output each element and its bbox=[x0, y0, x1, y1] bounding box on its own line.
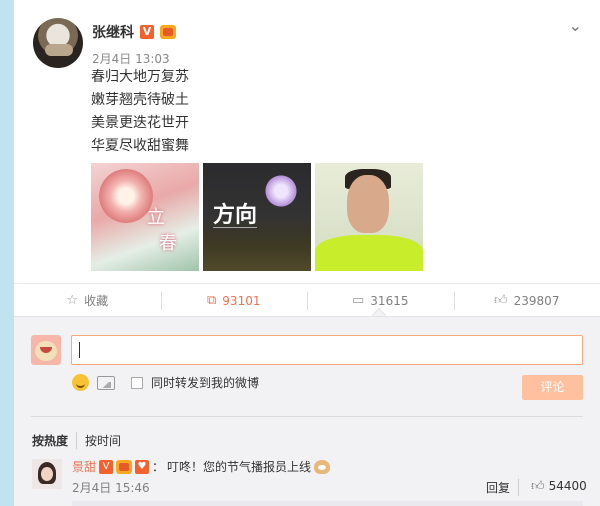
comment-input[interactable] bbox=[71, 335, 583, 365]
comment-area: 同时转发到我的微博 评论 按热度 按时间 景甜 V ♥ ： 叮咚！您的节气播报员… bbox=[14, 316, 600, 506]
comment-like-count: 54400 bbox=[548, 479, 587, 493]
text-caret bbox=[79, 342, 80, 358]
sort-by-time-tab[interactable]: 按时间 bbox=[77, 432, 121, 449]
commenter-avatar[interactable] bbox=[32, 459, 62, 489]
thumbs-up-icon: 👍︎ bbox=[531, 479, 545, 494]
also-repost-label[interactable]: 同时转发到我的微博 bbox=[151, 374, 259, 391]
dog-emoji-icon bbox=[314, 459, 331, 474]
member-badge-icon[interactable]: ♥ bbox=[135, 459, 150, 474]
composer-tools: 同时转发到我的微博 bbox=[72, 374, 259, 391]
also-repost-checkbox[interactable] bbox=[131, 376, 143, 389]
commenter-name[interactable]: 景甜 bbox=[72, 458, 96, 475]
divider bbox=[31, 416, 583, 417]
image-upload-icon[interactable] bbox=[97, 375, 115, 390]
comment-time: 2月4日 15:46 bbox=[72, 481, 150, 495]
comment-line: 景甜 V ♥ ： 叮咚！您的节气播报员上线 bbox=[72, 458, 331, 475]
vip-crown-icon[interactable] bbox=[116, 459, 133, 474]
my-avatar[interactable] bbox=[31, 335, 61, 365]
next-comment-placeholder bbox=[72, 501, 583, 506]
reply-button[interactable]: 回复 bbox=[486, 479, 520, 496]
comment-colon: ： bbox=[152, 460, 165, 474]
submit-comment-button[interactable]: 评论 bbox=[522, 375, 583, 400]
comment-like-button[interactable]: 👍︎ 54400 bbox=[531, 479, 587, 494]
comment-section-wrapper: 同时转发到我的微博 评论 按热度 按时间 景甜 V ♥ ： 叮咚！您的节气播报员… bbox=[14, 0, 600, 506]
left-border bbox=[0, 0, 14, 506]
sort-by-hot-tab[interactable]: 按热度 bbox=[32, 432, 78, 449]
emoji-icon[interactable] bbox=[72, 374, 89, 391]
sort-tabs: 按热度 按时间 bbox=[32, 432, 121, 449]
verified-badge-icon[interactable]: V bbox=[99, 459, 114, 474]
comment-text: 叮咚！您的节气播报员上线 bbox=[167, 460, 312, 474]
